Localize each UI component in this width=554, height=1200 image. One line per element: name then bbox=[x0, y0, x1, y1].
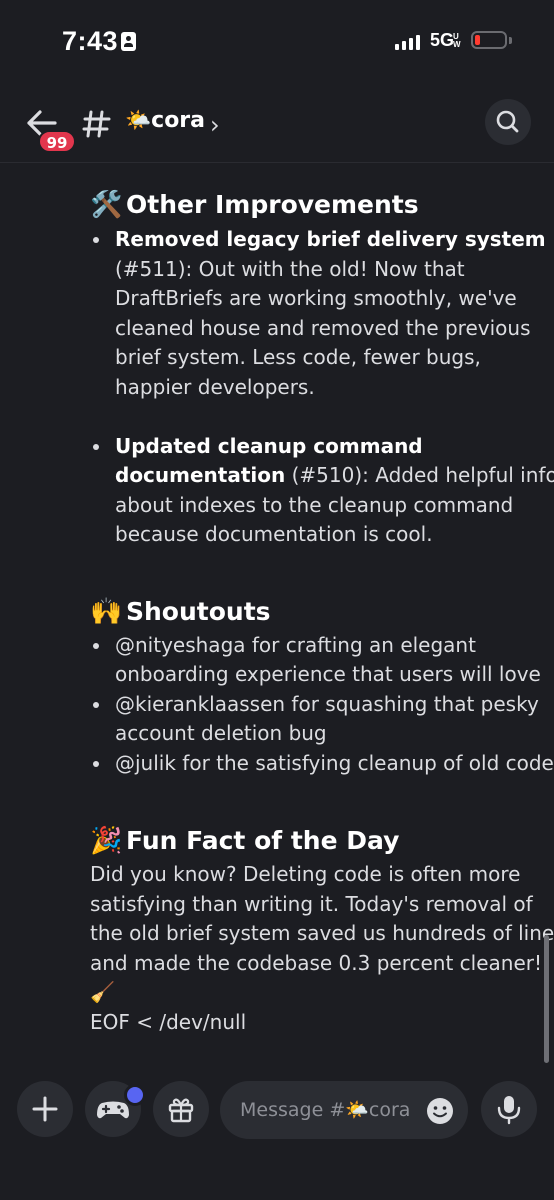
broom-emoji: 🧹 bbox=[90, 980, 115, 1004]
list-item-line: cleaned house and removed the previous bbox=[115, 316, 531, 340]
focus-id-icon bbox=[121, 32, 136, 51]
list-item-line: @julik for the satisfying cleanup of old… bbox=[115, 751, 554, 775]
bullet bbox=[93, 761, 99, 767]
message-composer: Message #🌤️cora bbox=[0, 1067, 554, 1200]
add-button[interactable] bbox=[17, 1081, 73, 1137]
signal-icon bbox=[395, 34, 421, 50]
gift-button[interactable] bbox=[153, 1081, 209, 1137]
battery-tip bbox=[509, 37, 512, 44]
channel-emoji: 🌤️ bbox=[125, 108, 152, 132]
status-bar: 7:43 5G UW bbox=[0, 0, 554, 90]
list-item-line: happier developers. bbox=[115, 375, 315, 399]
list-item-bold: Updated cleanup command bbox=[115, 434, 423, 458]
channel-title[interactable]: 🌤️cora bbox=[125, 108, 205, 133]
paragraph-line: satisfying than writing it. Today's remo… bbox=[90, 892, 533, 916]
message-input[interactable]: Message #🌤️cora bbox=[220, 1081, 468, 1139]
list-item-line: account deletion bug bbox=[115, 721, 327, 745]
microphone-icon bbox=[497, 1096, 521, 1125]
list-item-line: DraftBriefs are working smoothly, we've bbox=[115, 286, 517, 310]
emoji-icon[interactable] bbox=[425, 1096, 455, 1126]
search-icon bbox=[496, 110, 519, 133]
gift-icon bbox=[168, 1098, 194, 1123]
party-popper-emoji: 🎉 bbox=[90, 826, 123, 856]
list-item-line: brief system. Less code, fewer bugs, bbox=[115, 345, 481, 369]
section-heading-other-improvements: 🛠️ Other Improvements bbox=[90, 190, 419, 220]
unread-badge: 99 bbox=[38, 130, 76, 153]
channel-name: cora bbox=[151, 108, 206, 133]
paragraph-line: and made the codebase 0.3 percent cleane… bbox=[90, 951, 542, 975]
battery-icon bbox=[471, 31, 507, 49]
notification-dot bbox=[124, 1084, 146, 1106]
list-item-line: because documentation is cool. bbox=[115, 522, 433, 546]
status-time: 7:43 bbox=[62, 26, 119, 56]
list-item-line: about indexes to the cleanup command bbox=[115, 493, 514, 517]
paragraph-line: EOF < /dev/null bbox=[90, 1010, 247, 1034]
paragraph-line: the old brief system saved us hundreds o… bbox=[90, 921, 554, 945]
search-button[interactable] bbox=[485, 99, 531, 145]
chevron-right-icon[interactable]: › bbox=[210, 111, 220, 139]
message-content[interactable]: 🛠️ Other Improvements Removed legacy brie… bbox=[0, 162, 554, 1067]
channel-header: 99 🌤️cora › bbox=[0, 90, 554, 163]
list-item-line: onboarding experience that users will lo… bbox=[115, 662, 541, 686]
bullet bbox=[93, 237, 99, 243]
raised-hands-emoji: 🙌 bbox=[90, 597, 123, 627]
voice-button[interactable] bbox=[481, 1081, 537, 1137]
list-item-line: documentation (#510): Added helpful info bbox=[115, 463, 554, 487]
plus-icon bbox=[32, 1096, 58, 1122]
bullet bbox=[93, 444, 99, 450]
paragraph-line: Did you know? Deleting code is often mor… bbox=[90, 862, 521, 886]
network-suffix: UW bbox=[453, 32, 461, 49]
network-type: 5G bbox=[430, 30, 455, 50]
bullet bbox=[93, 702, 99, 708]
tools-emoji: 🛠️ bbox=[90, 190, 123, 220]
section-title: Fun Fact of the Day bbox=[126, 826, 400, 855]
channel-hash-icon bbox=[80, 106, 114, 140]
bullet bbox=[93, 643, 99, 649]
section-title: Other Improvements bbox=[126, 190, 419, 219]
section-heading-fun-fact: 🎉 Fun Fact of the Day bbox=[90, 826, 399, 856]
list-item-line: (#511): Out with the old! Now that bbox=[115, 257, 465, 281]
section-heading-shoutouts: 🙌 Shoutouts bbox=[90, 597, 271, 627]
list-item-line: @nityeshaga for crafting an elegant bbox=[115, 633, 476, 657]
message-placeholder: Message #🌤️cora bbox=[240, 1099, 411, 1121]
list-item-line: @kieranklaassen for squashing that pesky bbox=[115, 692, 539, 716]
scrollbar[interactable] bbox=[544, 935, 549, 1063]
list-item-bold: Removed legacy brief delivery system bbox=[115, 227, 546, 251]
section-title: Shoutouts bbox=[126, 597, 271, 626]
